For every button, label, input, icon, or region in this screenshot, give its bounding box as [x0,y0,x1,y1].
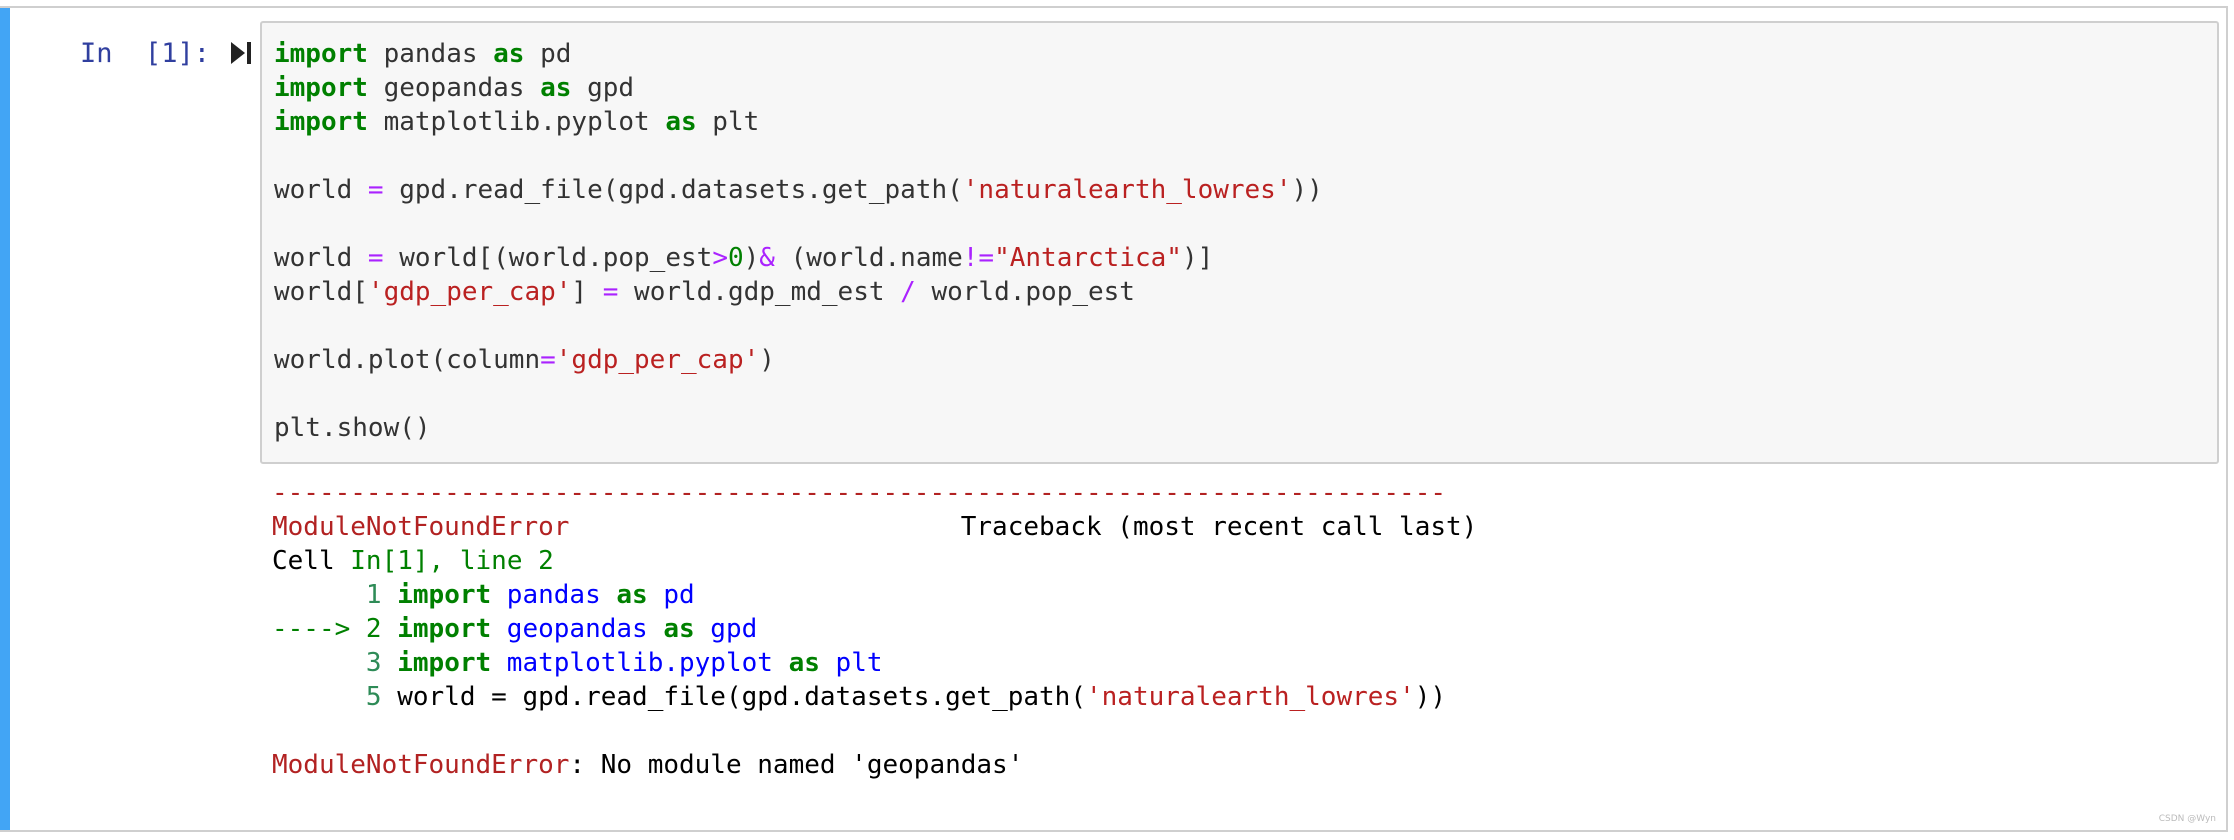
code-token: matplotlib.pyplot [367,107,666,137]
traceback-token: 'naturalearth_lowres' [1086,682,1415,712]
code-token: pd [524,39,572,69]
code-cell[interactable]: In [1]: import pandas as pd import geopa… [0,6,2228,832]
traceback-token: as [788,648,820,678]
code-token: import [274,73,368,103]
run-cell-icon[interactable] [228,38,254,68]
traceback-token: matplotlib.pyplot [491,648,789,678]
traceback-token: pandas [491,580,617,610]
code-token: != [962,243,995,273]
code-token: geopandas [367,73,541,103]
final-error-type: ModuleNotFoundError [272,750,570,780]
code-token: 0 [727,243,744,273]
error-type: ModuleNotFoundError [272,512,570,542]
code-token: gpd.read_file(gpd.datasets.get_path( [383,175,963,205]
traceback-token: plt [819,648,883,678]
cell-selection-bar [0,8,10,830]
code-token: world [274,243,368,273]
code-text[interactable]: import pandas as pd import geopandas as … [274,37,1323,445]
code-token: pandas [367,39,494,69]
error-output: ----------------------------------------… [272,476,1477,782]
traceback-token: import [397,648,492,678]
input-prompt: In [1]: [80,38,211,69]
code-token: = [540,345,556,375]
code-token: world [274,175,368,205]
code-token: "Antarctica" [994,243,1182,273]
code-token: world.gdp_md_est [618,277,901,307]
watermark: CSDN @Wyn [2158,814,2216,824]
final-error-message: : No module named 'geopandas' [569,750,1024,780]
traceback-token: gpd.read_file(gpd.datasets.get_path( [506,682,1086,712]
code-token: as [665,107,697,137]
code-token: as [493,39,525,69]
traceback-token: as [616,580,648,610]
code-token: ) [759,345,775,375]
code-token: ) [743,243,760,273]
traceback-token: geopandas [491,614,664,644]
code-token: 'gdp_per_cap' [367,277,572,307]
code-token: > [712,243,728,273]
traceback-line-number: 1 [272,580,398,610]
traceback-token: Cell [272,546,351,576]
code-token: world.plot(column [274,345,541,375]
code-token: & [759,243,775,273]
code-token: world[(world.pop_est [383,243,713,273]
code-editor[interactable]: import pandas as pd import geopandas as … [260,21,2219,464]
code-token: = [602,277,619,307]
traceback-token: import [397,614,492,644]
traceback-token: )) [1414,682,1447,712]
traceback-token: as [663,614,695,644]
code-token: import [274,39,368,69]
code-token: plt [696,107,760,137]
code-token: import [274,107,368,137]
code-token: = [367,243,384,273]
traceback-token: import [397,580,492,610]
traceback-cell-ref: In[1], line 2 [350,546,554,576]
code-token: (world.name [774,243,963,273]
code-token: plt.show() [274,413,431,443]
code-token: as [540,73,572,103]
traceback-separator: ----------------------------------------… [272,478,1446,508]
code-token: gpd [571,73,635,103]
traceback-token: = [491,682,507,712]
code-token: = [367,175,384,205]
code-token: world[ [274,277,368,307]
traceback-header: Traceback (most recent call last) [569,512,1478,542]
traceback-token: pd [647,580,695,610]
code-token: ] [571,277,603,307]
code-token: )) [1291,175,1323,205]
code-token: 'naturalearth_lowres' [962,175,1292,205]
traceback-token: world [397,682,492,712]
traceback-token: gpd [694,614,758,644]
code-token: 'gdp_per_cap' [555,345,760,375]
traceback-line-number: 3 [272,648,398,678]
code-token: world.pop_est [915,277,1135,307]
code-token: )] [1181,243,1214,273]
code-token: / [900,277,916,307]
traceback-line-number: 5 [272,682,398,712]
traceback-arrow: ----> 2 [272,614,398,644]
